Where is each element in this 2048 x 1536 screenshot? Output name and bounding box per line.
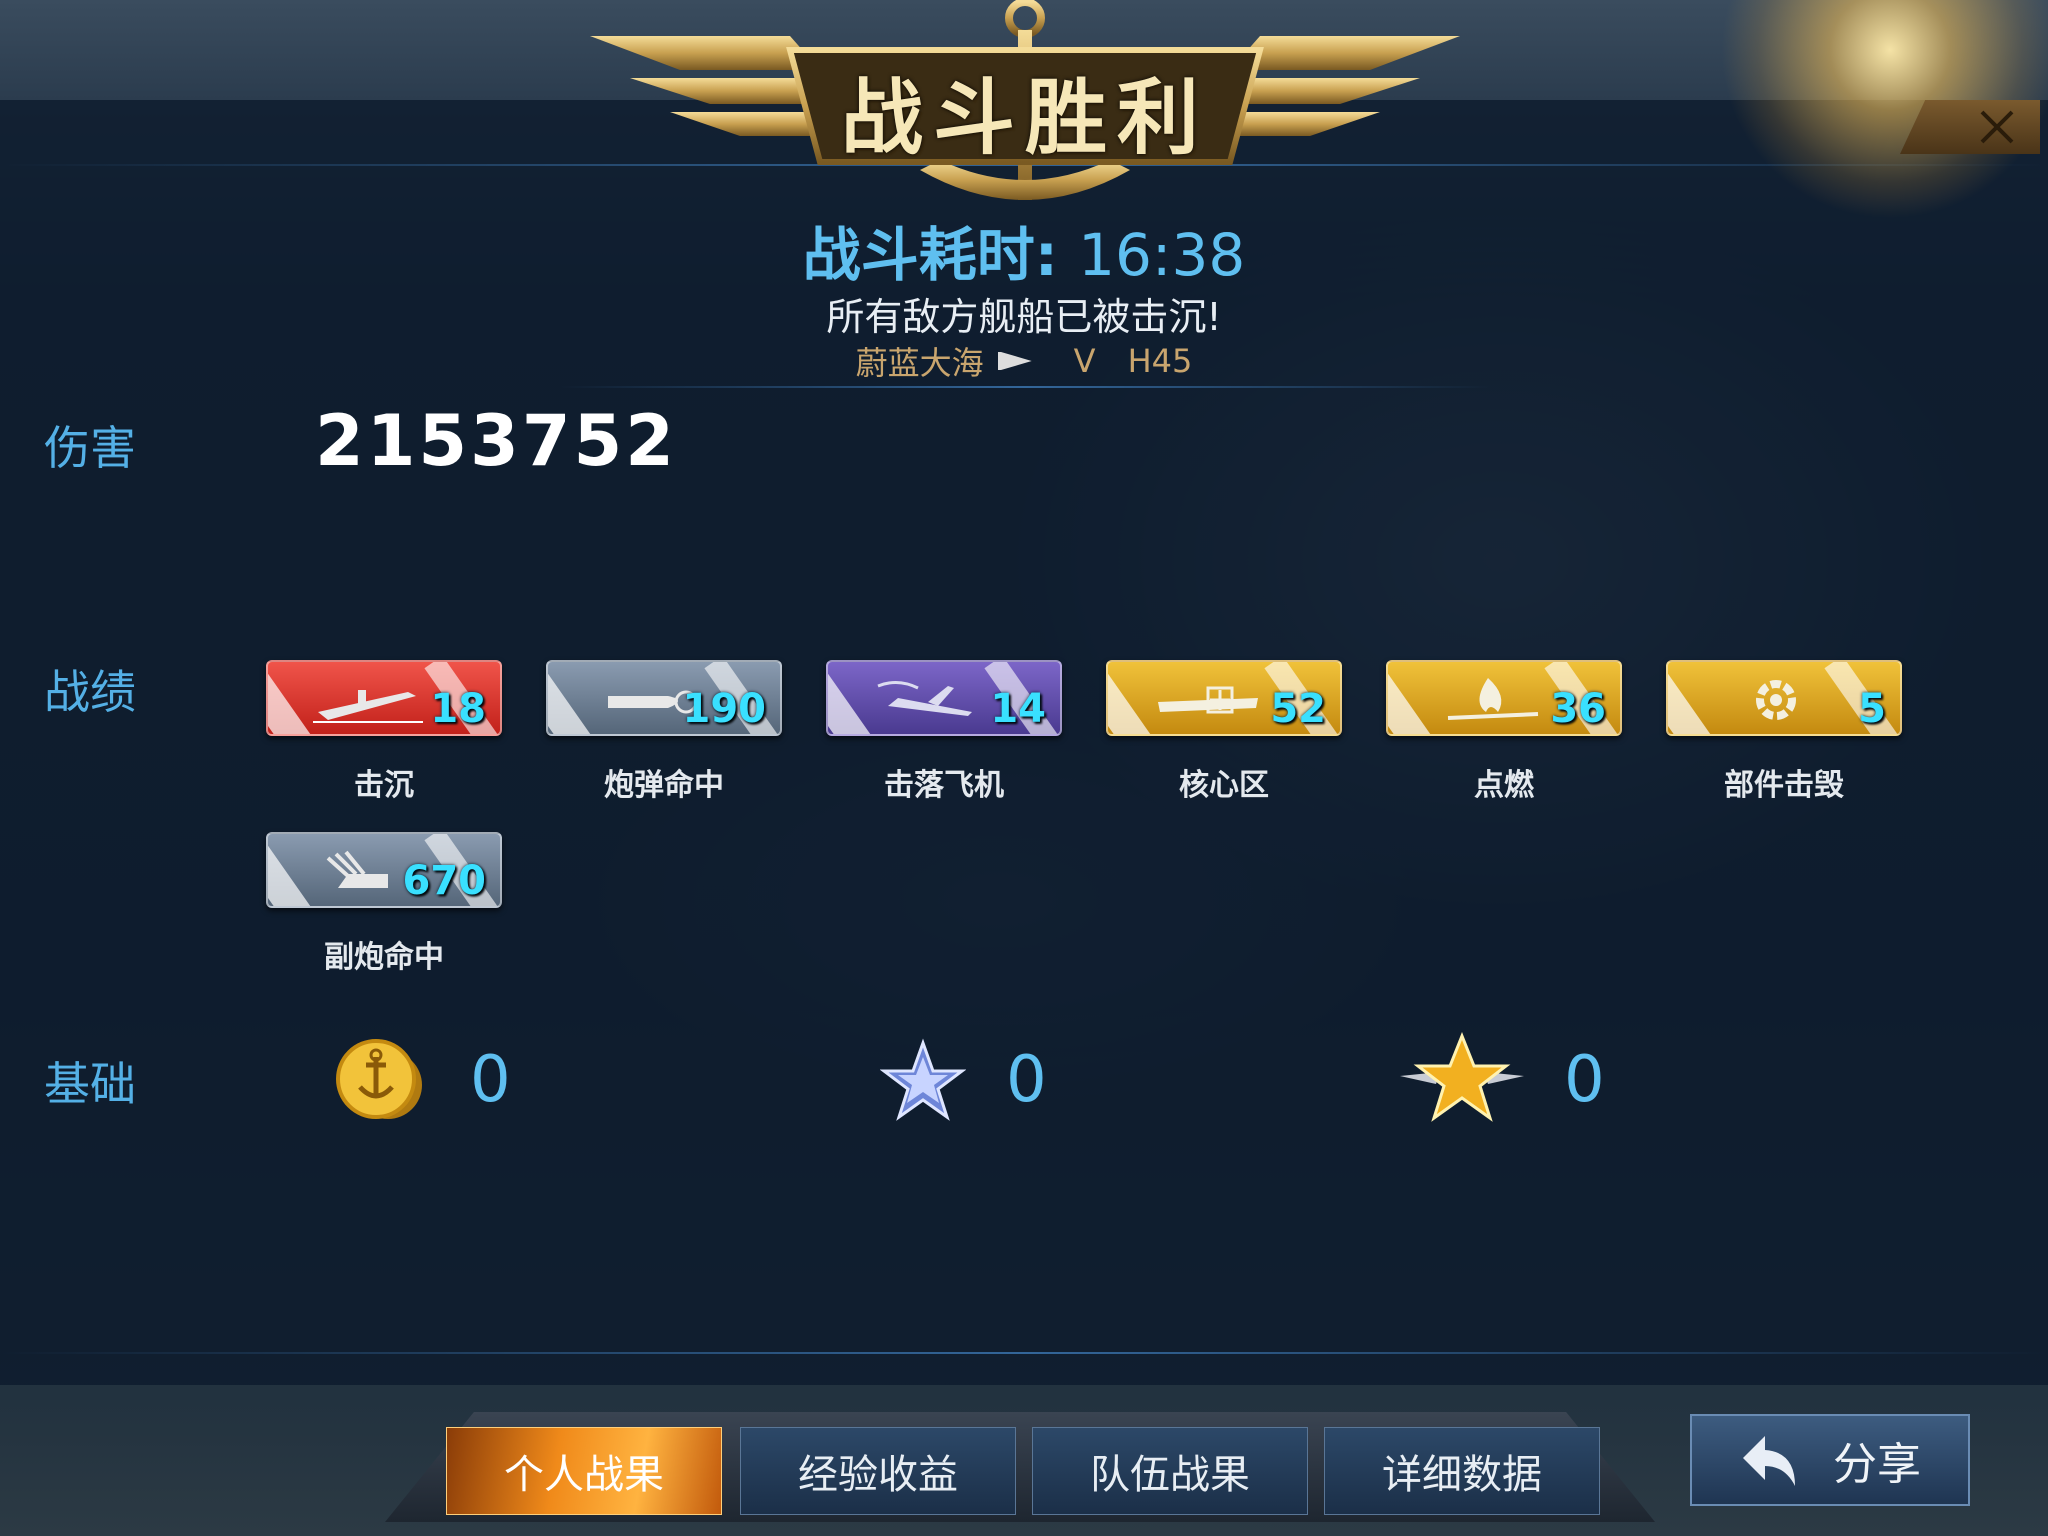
stat-badge[interactable]: 18 (266, 660, 502, 736)
stat-value: 18 (430, 686, 486, 732)
stat-fires: 36 点燃 (1386, 660, 1622, 803)
stat-label: 点燃 (1474, 768, 1534, 803)
stat-aircraft-downed: 14 击落飞机 (826, 660, 1062, 803)
stat-label: 副炮命中 (324, 940, 444, 975)
base-value: 0 (470, 1043, 511, 1117)
stat-badge[interactable]: 5 (1666, 660, 1902, 736)
victory-title: 战斗胜利 (840, 69, 1209, 166)
tab-exp-rewards[interactable]: 经验收益 (740, 1427, 1016, 1515)
flag-icon (997, 352, 1032, 370)
stat-citadel: 52 核心区 (1106, 660, 1342, 803)
gold-star-icon (1400, 1032, 1524, 1122)
tab-team-results[interactable]: 队伍战果 (1032, 1427, 1308, 1515)
stat-badge[interactable]: 670 (266, 832, 502, 908)
close-icon (1980, 110, 2014, 144)
stat-badge[interactable]: 190 (546, 660, 782, 736)
stat-label: 炮弹命中 (604, 768, 724, 803)
stat-shell-hits: 190 炮弹命中 (546, 660, 782, 803)
map-name: 蔚蓝大海 (855, 344, 984, 382)
share-label: 分享 (1833, 1439, 1921, 1490)
share-button[interactable]: 分享 (1690, 1414, 1970, 1506)
record-label: 战绩 (44, 665, 136, 719)
aircraft-shot-icon (877, 681, 972, 716)
gold-coin-icon (336, 1039, 422, 1119)
damage-label: 伤害 (44, 421, 136, 475)
stat-label: 击落飞机 (884, 768, 1004, 803)
battle-duration: 战斗耗时: 16:38 (0, 208, 2048, 292)
stat-label: 核心区 (1179, 768, 1269, 803)
share-arrow-icon (1743, 1436, 1795, 1486)
base-label: 基础 (44, 1057, 136, 1111)
duration-value: 16:38 (1078, 221, 1246, 289)
blue-star-icon (880, 1038, 966, 1121)
fire-icon (1447, 678, 1539, 720)
ship-name: H45 (1127, 342, 1193, 380)
stat-value: 14 (990, 686, 1046, 732)
sinking-ship-icon (313, 690, 423, 723)
stat-value: 670 (402, 858, 487, 904)
stat-value: 190 (682, 686, 767, 732)
stat-value: 52 (1270, 686, 1326, 732)
stat-value: 5 (1858, 686, 1886, 732)
base-silver: 0 (330, 1030, 511, 1130)
divider (560, 386, 1490, 388)
duration-label: 战斗耗时: (802, 221, 1058, 289)
stat-modules-destroyed: 5 部件击毁 (1666, 660, 1902, 803)
citadel-icon (1158, 686, 1258, 714)
ship-tier: V (1073, 342, 1096, 380)
base-captain-exp: 0 (1400, 1030, 1605, 1130)
tab-detailed-data[interactable]: 详细数据 (1324, 1427, 1600, 1515)
stat-secondary-hits: 670 副炮命中 (266, 832, 502, 975)
map-info: 蔚蓝大海 V H45 (0, 338, 2048, 384)
base-value: 0 (1564, 1043, 1605, 1117)
base-value: 0 (1006, 1043, 1047, 1117)
stat-label: 部件击毁 (1724, 768, 1844, 803)
stat-badge[interactable]: 52 (1106, 660, 1342, 736)
stat-sunk: 18 击沉 (266, 660, 502, 803)
battle-summary: 所有敌方舰船已被击沉! (826, 295, 1222, 339)
gear-icon (1756, 680, 1796, 720)
stat-badge[interactable]: 36 (1386, 660, 1622, 736)
damage-value: 2153752 (315, 400, 677, 482)
tab-personal-results[interactable]: 个人战果 (446, 1427, 722, 1515)
stat-label: 击沉 (354, 768, 414, 803)
stat-badge[interactable]: 14 (826, 660, 1062, 736)
base-exp: 0 (880, 1030, 1047, 1130)
stat-value: 36 (1550, 686, 1606, 732)
divider (0, 1352, 2048, 1354)
